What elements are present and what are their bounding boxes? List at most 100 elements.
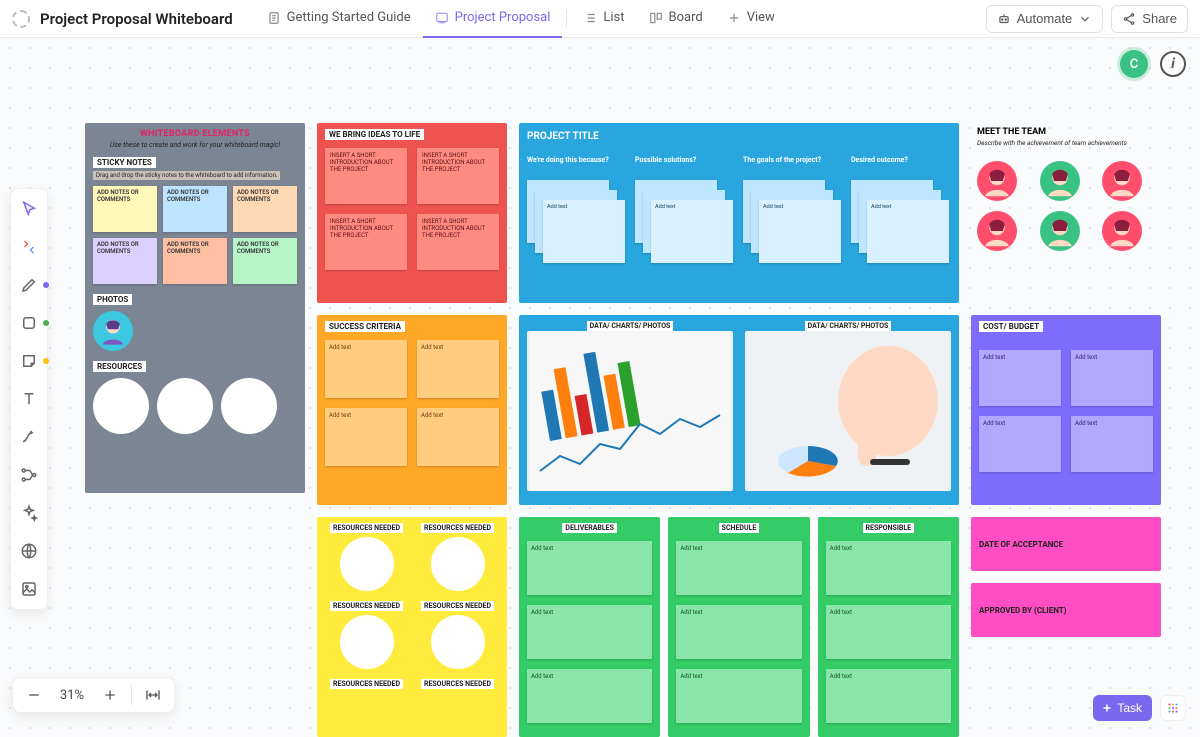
sticky-green[interactable]: ADD NOTES OR COMMENTS <box>233 238 297 284</box>
team-member-avatar[interactable] <box>977 211 1017 251</box>
card-stack[interactable]: Add text <box>635 180 735 268</box>
team-panel[interactable]: MEET THE TEAM Describe with the achievem… <box>971 123 1161 263</box>
pen-tool[interactable] <box>15 271 43 299</box>
web-tool[interactable] <box>15 537 43 565</box>
team-member-avatar[interactable] <box>977 161 1017 201</box>
green-note[interactable]: Add text <box>676 541 801 595</box>
select-tool[interactable] <box>15 195 43 223</box>
cost-budget-panel[interactable]: COST/ BUDGET Add text Add text Add text … <box>971 315 1161 505</box>
tab-list[interactable]: List <box>571 0 636 38</box>
green-note[interactable]: Add text <box>826 605 951 659</box>
resource-slot[interactable] <box>221 378 277 434</box>
resource-needed-slot[interactable]: RESOURCES NEEDED <box>325 679 408 689</box>
success-criteria-panel[interactable]: SUCCESS CRITERIA Add text Add text Add t… <box>317 315 507 505</box>
success-note[interactable]: Add text <box>417 408 499 466</box>
resource-needed-slot[interactable]: RESOURCES NEEDED <box>416 601 499 669</box>
resource-needed-slot[interactable]: RESOURCES NEEDED <box>325 601 408 669</box>
image-tool[interactable] <box>15 575 43 603</box>
shape-tool[interactable] <box>15 309 43 337</box>
resources-needed-panel[interactable]: RESOURCES NEEDED RESOURCES NEEDED RESOUR… <box>317 517 507 737</box>
tab-getting-started[interactable]: Getting Started Guide <box>255 0 423 38</box>
team-member-avatar[interactable] <box>1040 211 1080 251</box>
tab-project-proposal[interactable]: Project Proposal <box>423 0 563 38</box>
ai-tool[interactable] <box>15 499 43 527</box>
card-stack[interactable]: Add text <box>743 180 843 268</box>
sticky-lilac[interactable]: ADD NOTES OR COMMENTS <box>93 238 157 284</box>
success-note[interactable]: Add text <box>325 408 407 466</box>
automate-button[interactable]: Automate <box>986 5 1104 33</box>
sticky-note-tool[interactable] <box>15 347 43 375</box>
green-note[interactable]: Add text <box>527 605 652 659</box>
resource-needed-slot[interactable]: RESOURCES NEEDED <box>416 523 499 591</box>
green-note[interactable]: Add text <box>826 541 951 595</box>
cost-note[interactable]: Add text <box>979 416 1061 472</box>
date-acceptance-panel[interactable]: DATE OF ACCEPTANCE <box>971 517 1161 571</box>
tab-board[interactable]: Board <box>637 0 715 38</box>
whiteboard-content[interactable]: WHITEBOARD ELEMENTS Use these to create … <box>85 123 1170 737</box>
team-member-avatar[interactable] <box>1040 161 1080 201</box>
chart-image-placeholder[interactable] <box>527 331 733 491</box>
project-question: Possible solutions? <box>635 156 735 174</box>
green-note[interactable]: Add text <box>527 669 652 723</box>
deliverables-panel[interactable]: DELIVERABLES Add text Add text Add text <box>519 517 660 737</box>
cost-note[interactable]: Add text <box>979 350 1061 406</box>
list-icon <box>583 11 597 25</box>
ideas-panel[interactable]: WE BRING IDEAS TO LIFE INSERT A SHORT IN… <box>317 123 507 303</box>
team-member-avatar[interactable] <box>1102 161 1142 201</box>
share-button[interactable]: Share <box>1111 5 1188 33</box>
chart-image-placeholder[interactable] <box>745 331 951 491</box>
schedule-panel[interactable]: SCHEDULE Add textAdd textAdd text <box>668 517 809 737</box>
sticky-blue[interactable]: ADD NOTES OR COMMENTS <box>163 186 227 232</box>
sample-avatar[interactable] <box>93 311 133 351</box>
success-note[interactable]: Add text <box>325 340 407 398</box>
green-note[interactable]: Add text <box>527 541 652 595</box>
resources-label: RESOURCES <box>93 361 146 372</box>
team-title: MEET THE TEAM <box>977 127 1155 137</box>
idea-note[interactable]: INSERT A SHORT INTRODUCTION ABOUT THE PR… <box>417 214 499 270</box>
templates-tool[interactable] <box>15 233 43 261</box>
approved-by-panel[interactable]: APPROVED BY (CLIENT) <box>971 583 1161 637</box>
robot-icon <box>997 12 1011 26</box>
data-charts-panel[interactable]: DATA/ CHARTS/ PHOTOS DATA/ CHARTS/ PHOTO… <box>519 315 959 505</box>
sticky-peach[interactable]: ADD NOTES OR COMMENTS <box>233 186 297 232</box>
resource-needed-slot[interactable]: RESOURCES NEEDED <box>325 523 408 591</box>
data-label: DATA/ CHARTS/ PHOTOS <box>587 321 674 331</box>
cost-note[interactable]: Add text <box>1071 416 1153 472</box>
data-chart-block[interactable]: DATA/ CHARTS/ PHOTOS <box>527 321 733 499</box>
green-note[interactable]: Add text <box>676 605 801 659</box>
cost-note[interactable]: Add text <box>1071 350 1153 406</box>
sticky-orange[interactable]: ADD NOTES OR COMMENTS <box>163 238 227 284</box>
zoom-out-button[interactable] <box>21 682 47 708</box>
user-avatar[interactable]: C <box>1120 50 1148 78</box>
success-note[interactable]: Add text <box>417 340 499 398</box>
sticky-yellow[interactable]: ADD NOTES OR COMMENTS <box>93 186 157 232</box>
green-note[interactable]: Add text <box>676 669 801 723</box>
we-heading: WHITEBOARD ELEMENTS <box>93 129 297 139</box>
info-button[interactable]: i <box>1160 51 1186 77</box>
data-chart-block[interactable]: DATA/ CHARTS/ PHOTOS <box>745 321 951 499</box>
relationship-tool[interactable] <box>15 461 43 489</box>
card-stack[interactable]: Add text <box>851 180 951 268</box>
text-tool[interactable] <box>15 385 43 413</box>
resource-needed-slot[interactable]: RESOURCES NEEDED <box>416 679 499 689</box>
header-actions: Automate Share <box>986 5 1188 33</box>
idea-note[interactable]: INSERT A SHORT INTRODUCTION ABOUT THE PR… <box>417 148 499 204</box>
team-member-avatar[interactable] <box>1102 211 1142 251</box>
connector-tool[interactable] <box>15 423 43 451</box>
green-note[interactable]: Add text <box>826 669 951 723</box>
zoom-percent[interactable]: 31% <box>55 688 89 703</box>
deliverables-title: DELIVERABLES <box>562 523 617 533</box>
project-title-panel[interactable]: PROJECT TITLE We're doing this because? … <box>519 123 959 303</box>
tab-label: View <box>747 10 775 25</box>
whiteboard-icon <box>435 11 449 25</box>
responsible-panel[interactable]: RESPONSIBLE Add textAdd textAdd text <box>818 517 959 737</box>
view-tabs: Getting Started Guide Project Proposal L… <box>255 0 787 38</box>
idea-note[interactable]: INSERT A SHORT INTRODUCTION ABOUT THE PR… <box>325 148 407 204</box>
idea-note[interactable]: INSERT A SHORT INTRODUCTION ABOUT THE PR… <box>325 214 407 270</box>
resource-slot[interactable] <box>157 378 213 434</box>
card-stack[interactable]: Add text <box>527 180 627 268</box>
whiteboard-elements-panel[interactable]: WHITEBOARD ELEMENTS Use these to create … <box>85 123 305 493</box>
resource-slot[interactable] <box>93 378 149 434</box>
canvas-stage[interactable]: C i 31% Task WHITEBO <box>0 38 1200 733</box>
tab-add-view[interactable]: View <box>715 0 787 38</box>
